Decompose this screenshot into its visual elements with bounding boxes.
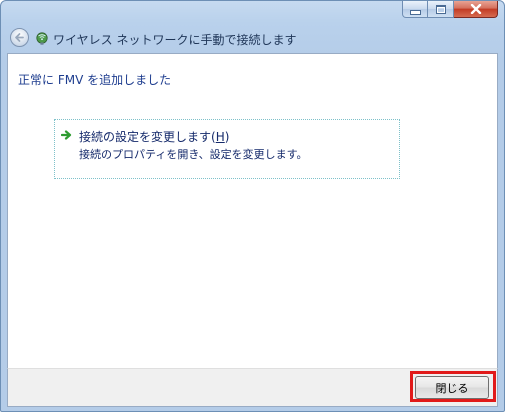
- wireless-network-icon: [36, 32, 48, 45]
- back-arrow-icon: [15, 33, 24, 42]
- dialog-window: ワイヤレス ネットワークに手動で接続します 正常に FMV を追加しました 接続…: [0, 0, 505, 412]
- accelerator-key: H: [215, 130, 225, 144]
- success-heading: 正常に FMV を追加しました: [18, 73, 172, 87]
- close-button[interactable]: 閉じる: [415, 376, 489, 399]
- minimize-button[interactable]: [402, 1, 428, 18]
- content-pane: 正常に FMV を追加しました 接続の設定を変更します(H) 接続のプロパティを…: [7, 53, 498, 369]
- command-link-title: 接続の設定を変更します(H): [79, 130, 230, 144]
- green-arrow-icon: [61, 130, 72, 140]
- window-title: ワイヤレス ネットワークに手動で接続します: [53, 33, 297, 47]
- back-button[interactable]: [10, 28, 29, 47]
- minimize-icon: [409, 9, 421, 15]
- maximize-icon: [435, 4, 446, 14]
- close-icon: [470, 4, 481, 14]
- change-connection-settings-link[interactable]: 接続の設定を変更します(H) 接続のプロパティを開き、設定を変更します。: [54, 119, 400, 179]
- close-window-button[interactable]: [454, 1, 498, 18]
- navigation-bar: ワイヤレス ネットワークに手動で接続します: [1, 25, 504, 51]
- caption-buttons: [402, 1, 498, 18]
- maximize-button[interactable]: [428, 1, 454, 18]
- button-bar: 閉じる: [7, 368, 498, 407]
- command-link-description: 接続のプロパティを開き、設定を変更します。: [79, 148, 308, 161]
